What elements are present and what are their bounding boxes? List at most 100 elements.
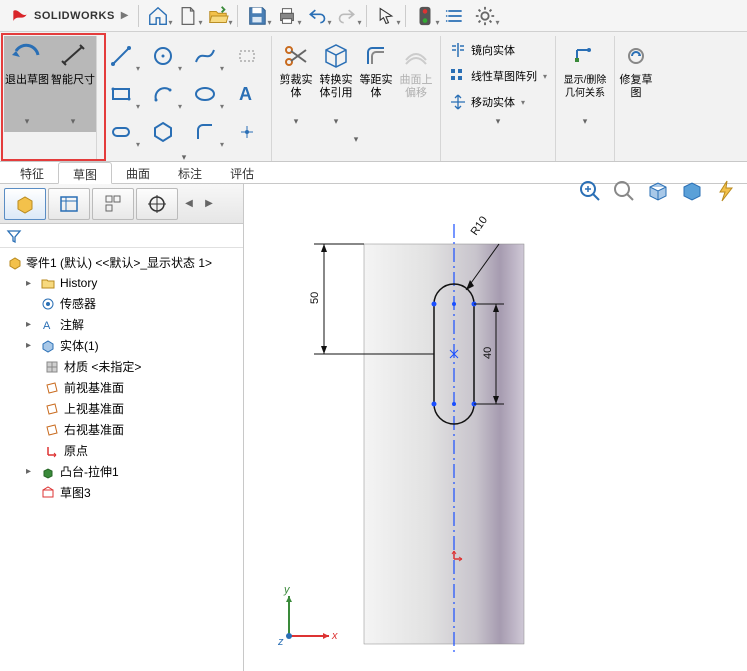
tabs-next[interactable]: ▶	[200, 198, 218, 209]
home-button[interactable]: ▾	[143, 3, 173, 29]
print-button[interactable]: ▾	[272, 3, 302, 29]
tree-material[interactable]: 材质 <未指定>	[4, 356, 239, 377]
view-orientation-button[interactable]	[643, 176, 673, 206]
fillet-tool[interactable]: ▾	[185, 114, 225, 150]
config-manager-tab[interactable]	[92, 188, 134, 220]
tab-annotate[interactable]: 标注	[164, 162, 216, 183]
tab-sketch[interactable]: 草图	[58, 162, 112, 184]
arc-tool[interactable]: ▾	[143, 76, 183, 112]
manager-tabs: ◀ ▶	[0, 184, 243, 224]
move-icon	[449, 93, 467, 111]
app-menu-caret-icon: ▶	[121, 10, 129, 21]
tree-root[interactable]: 零件1 (默认) <<默认>_显示状态 1>	[4, 252, 239, 273]
cursor-icon	[376, 6, 396, 26]
property-manager-tab[interactable]	[48, 188, 90, 220]
tree-top-plane[interactable]: 上视基准面	[4, 398, 239, 419]
tree-front-plane[interactable]: 前视基准面	[4, 377, 239, 398]
traffic-light-icon	[417, 5, 433, 27]
settings-button[interactable]: ▾	[470, 3, 500, 29]
magnify-fit-icon	[577, 178, 603, 204]
tabs-prev[interactable]: ◀	[180, 198, 198, 209]
plane-icon	[45, 423, 59, 437]
property-icon	[58, 193, 80, 215]
tree-extrude1[interactable]: ▸凸台-拉伸1	[4, 461, 239, 482]
sketch-icon	[41, 486, 55, 500]
circle-tool[interactable]: ▾	[143, 38, 183, 74]
svg-text:z: z	[277, 636, 284, 648]
redo-button[interactable]: ▾	[332, 3, 362, 29]
feature-tree-icon	[14, 193, 36, 215]
repair-sketch-button[interactable]: 修复草图	[619, 36, 653, 132]
zoom-area-button[interactable]	[609, 176, 639, 206]
tree-origin[interactable]: 原点	[4, 440, 239, 461]
pattern-icon	[449, 67, 467, 85]
zoom-fit-button[interactable]	[575, 176, 605, 206]
svg-text:40: 40	[482, 347, 494, 359]
graphics-area[interactable]: 50 40 R10 x y z	[244, 184, 747, 671]
folder-icon	[41, 276, 55, 290]
smart-dimension-button[interactable]: 智能尺寸 ▾	[50, 36, 96, 132]
line-tool[interactable]: ▾	[101, 38, 141, 74]
mirror-entities-button[interactable]: 镜向实体	[445, 38, 551, 62]
tab-features[interactable]: 特征	[6, 162, 58, 183]
feature-manager-tab[interactable]	[4, 188, 46, 220]
tree-right-plane[interactable]: 右视基准面	[4, 419, 239, 440]
scissors-icon	[282, 42, 310, 70]
open-button[interactable]: ▾	[203, 3, 233, 29]
rectangle-tool[interactable]: ▾	[101, 76, 141, 112]
undo-button[interactable]: ▾	[302, 3, 332, 29]
slot-icon	[109, 120, 133, 144]
spline-tool[interactable]: ▾	[185, 38, 225, 74]
spline-icon	[193, 44, 217, 68]
lightning-icon	[713, 178, 739, 204]
rebuild-button[interactable]: ▾	[410, 3, 440, 29]
options-list-button[interactable]	[440, 3, 470, 29]
text-tool[interactable]: A	[227, 76, 267, 112]
trim-entities-button[interactable]: 剪裁实体 ▾	[276, 36, 316, 132]
view-triad: x y z	[274, 581, 344, 651]
tree-solid-bodies[interactable]: ▸实体(1)	[4, 335, 239, 356]
tree-history[interactable]: ▸History	[4, 273, 239, 293]
ellipse-tool[interactable]: ▾	[185, 76, 225, 112]
tree-annotations[interactable]: ▸A注解	[4, 314, 239, 335]
svg-text:y: y	[283, 584, 291, 596]
ref-geometry-tool[interactable]	[227, 38, 267, 74]
dimxpert-tab[interactable]	[136, 188, 178, 220]
tree-filter[interactable]	[0, 224, 243, 248]
repair-icon	[624, 44, 648, 68]
new-button[interactable]: ▾	[173, 3, 203, 29]
view-toolbar	[575, 176, 741, 206]
app-logo[interactable]: SOLIDWORKS ▶	[4, 6, 134, 26]
display-style-button[interactable]	[677, 176, 707, 206]
tab-evaluate[interactable]: 评估	[216, 162, 268, 183]
polygon-tool[interactable]	[143, 114, 183, 150]
tree-sensors[interactable]: 传感器	[4, 293, 239, 314]
svg-text:50: 50	[309, 292, 321, 304]
display-relations-button[interactable]: 显示/删除几何关系 ▾	[560, 36, 610, 132]
tree-sketch3[interactable]: 草图3	[4, 482, 239, 503]
select-button[interactable]: ▾	[371, 3, 401, 29]
section-view-button[interactable]	[711, 176, 741, 206]
exit-sketch-button[interactable]: 退出草图 ▾	[4, 36, 50, 132]
slot-tool[interactable]: ▾	[101, 114, 141, 150]
offset-entities-button[interactable]: 等距实体	[356, 36, 396, 132]
linear-pattern-button[interactable]: 线性草图阵列▾	[445, 64, 551, 88]
gear-icon	[474, 5, 496, 27]
solidworks-logo-icon	[10, 6, 30, 26]
tab-surfaces[interactable]: 曲面	[112, 162, 164, 183]
material-icon	[45, 360, 59, 374]
relations-icon	[571, 42, 599, 70]
plane-icon	[45, 402, 59, 416]
target-icon	[146, 193, 168, 215]
move-entities-button[interactable]: 移动实体▾	[445, 90, 551, 114]
convert-entities-button[interactable]: 转换实体引用 ▾	[316, 36, 356, 132]
svg-text:R10: R10	[469, 214, 490, 237]
svg-text:x: x	[331, 630, 338, 642]
open-icon	[207, 5, 229, 27]
dimension-icon	[58, 41, 88, 71]
save-button[interactable]: ▾	[242, 3, 272, 29]
line-icon	[109, 44, 133, 68]
point-tool[interactable]	[227, 114, 267, 150]
ellipse-icon	[193, 82, 217, 106]
undo-icon	[307, 6, 327, 26]
